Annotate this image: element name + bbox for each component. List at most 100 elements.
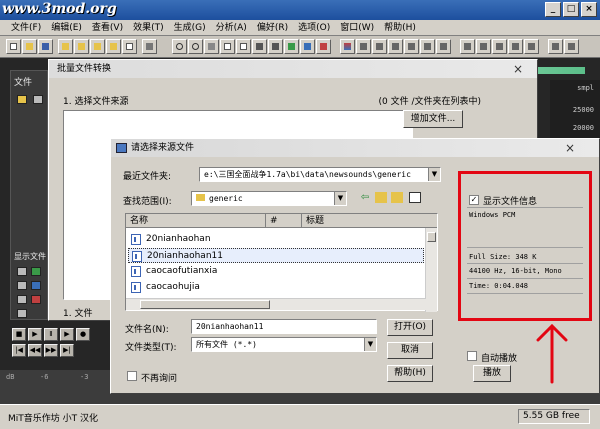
menu-file[interactable]: 文件(F)	[6, 20, 46, 36]
new-file-button[interactable]	[6, 39, 21, 54]
open-file-button[interactable]	[22, 39, 37, 54]
close-icon[interactable]: ×	[565, 139, 575, 157]
open-folder-button[interactable]	[58, 39, 73, 54]
menu-window[interactable]: 窗口(W)	[335, 20, 379, 36]
wave-icon	[31, 281, 41, 290]
amplify-button[interactable]	[316, 39, 331, 54]
export-button[interactable]	[122, 39, 137, 54]
file-list[interactable]: 名称 # 标题 20nianhaohan 20nianhaohan11 caoc…	[125, 213, 438, 312]
file-name-input[interactable]: 20nianhaohan11	[191, 319, 377, 334]
recent-folder-combo[interactable]: e:\三国全面战争1.7a\bi\data\newsounds\generic …	[199, 167, 441, 182]
close-icon[interactable]: ×	[513, 60, 523, 78]
menu-effects[interactable]: 效果(T)	[128, 20, 169, 36]
dont-ask-checkbox[interactable]	[127, 371, 137, 381]
tone-button[interactable]	[492, 39, 507, 54]
file-type-combo[interactable]: 所有文件 (*.*) ▼	[191, 337, 377, 352]
record-button[interactable]	[284, 39, 299, 54]
pause-button[interactable]: Ⅱ	[44, 328, 58, 341]
menu-view[interactable]: 查看(V)	[87, 20, 128, 36]
cancel-button[interactable]: 取消	[387, 342, 433, 359]
silence-button[interactable]	[460, 39, 475, 54]
list-item[interactable]: caocaohujia	[128, 280, 424, 295]
look-in-combo[interactable]: generic ▼	[191, 191, 347, 206]
menu-options[interactable]: 选项(O)	[293, 20, 335, 36]
rewind-button[interactable]: ◀◀	[28, 344, 42, 357]
up-folder-icon[interactable]	[375, 192, 387, 203]
pitch-button[interactable]	[436, 39, 451, 54]
batch-step-tab[interactable]: 1. 文件	[63, 306, 92, 319]
column-title[interactable]: 标题	[302, 214, 426, 228]
grid-button[interactable]	[564, 39, 579, 54]
list-icon[interactable]	[33, 95, 43, 104]
cut-button[interactable]	[142, 39, 157, 54]
copy-button[interactable]	[220, 39, 235, 54]
new-folder-icon[interactable]	[391, 192, 403, 203]
checkbox-icon[interactable]	[17, 281, 27, 290]
scroll-thumb[interactable]	[427, 232, 436, 242]
menu-help[interactable]: 帮助(H)	[379, 20, 421, 36]
close-button[interactable]: ×	[581, 2, 597, 17]
fade-button[interactable]	[356, 39, 371, 54]
list-item-selected[interactable]: 20nianhaohan11	[128, 248, 424, 263]
list-item[interactable]: caocaofutianxia	[128, 264, 424, 279]
minimize-button[interactable]: _	[545, 2, 561, 17]
add-file-button[interactable]: 增加文件...	[403, 110, 463, 128]
trim-button[interactable]	[252, 39, 267, 54]
batch-button[interactable]	[90, 39, 105, 54]
go-start-button[interactable]: |◀	[12, 344, 26, 357]
eq-button[interactable]	[372, 39, 387, 54]
browse-button[interactable]	[106, 39, 121, 54]
wave-icon	[304, 43, 311, 50]
checkbox-icon[interactable]	[17, 295, 27, 304]
amplify-icon	[320, 43, 327, 50]
list-item[interactable]: 20nianhaohan	[128, 232, 424, 247]
menu-edit[interactable]: 编辑(E)	[46, 20, 87, 36]
column-name[interactable]: 名称	[126, 214, 266, 228]
scroll-thumb[interactable]	[140, 300, 270, 309]
chevron-down-icon[interactable]: ▼	[364, 338, 376, 351]
loop-play-button[interactable]: ▶	[60, 328, 74, 341]
save-file-button[interactable]	[38, 39, 53, 54]
checkbox-icon[interactable]	[17, 267, 27, 276]
autoplay-checkbox[interactable]	[467, 351, 477, 361]
reverb-icon	[408, 43, 415, 50]
checkbox-icon[interactable]	[17, 309, 27, 318]
marker-button[interactable]	[508, 39, 523, 54]
grid-icon	[568, 43, 575, 50]
repeat-button[interactable]	[204, 39, 219, 54]
chevron-down-icon[interactable]: ▼	[334, 192, 346, 205]
normalize-button[interactable]	[300, 39, 315, 54]
zoom-button[interactable]	[548, 39, 563, 54]
vertical-scrollbar[interactable]	[425, 228, 437, 312]
record-transport-button[interactable]: ●	[76, 328, 90, 341]
menu-generate[interactable]: 生成(G)	[169, 20, 211, 36]
folder-icon[interactable]	[17, 95, 27, 104]
menu-analyze[interactable]: 分析(A)	[211, 20, 252, 36]
loop-button[interactable]	[524, 39, 539, 54]
undo-button[interactable]	[172, 39, 187, 54]
chevron-down-icon[interactable]: ▼	[428, 168, 440, 181]
maximize-button[interactable]: □	[563, 2, 579, 17]
side-panel-file-label: 文件	[14, 78, 33, 88]
back-icon[interactable]: ⇦	[359, 192, 371, 203]
open-button[interactable]: 打开(O)	[387, 319, 433, 336]
redo-button[interactable]	[188, 39, 203, 54]
delay-button[interactable]	[420, 39, 435, 54]
play-preview-button[interactable]: 播放	[473, 365, 511, 382]
go-end-button[interactable]: ▶|	[60, 344, 74, 357]
reverb-button[interactable]	[404, 39, 419, 54]
menu-preferences[interactable]: 偏好(R)	[252, 20, 293, 36]
filter-button[interactable]	[388, 39, 403, 54]
paste-button[interactable]	[236, 39, 251, 54]
play-button[interactable]: ▶	[28, 328, 42, 341]
mix-button[interactable]	[268, 39, 283, 54]
column-number[interactable]: #	[266, 214, 302, 228]
stop-button[interactable]: ■	[12, 328, 26, 341]
spectrum-button[interactable]	[340, 39, 355, 54]
save-all-button[interactable]	[74, 39, 89, 54]
view-menu-icon[interactable]	[409, 192, 421, 203]
help-button[interactable]: 帮助(H)	[387, 365, 433, 382]
forward-button[interactable]: ▶▶	[44, 344, 58, 357]
horizontal-scrollbar[interactable]	[126, 298, 426, 310]
noise-button[interactable]	[476, 39, 491, 54]
